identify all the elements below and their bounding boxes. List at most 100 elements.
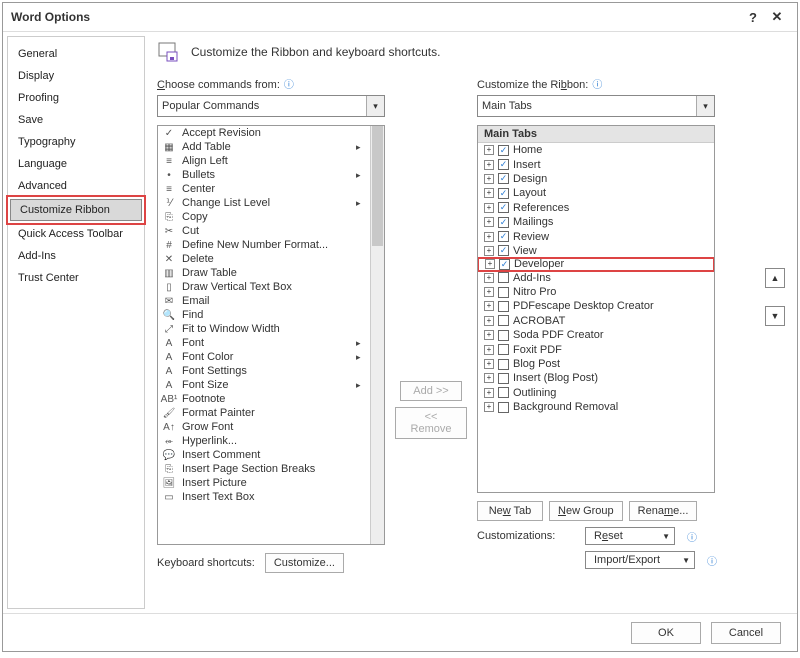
command-item[interactable]: ⬰Hyperlink... (158, 434, 370, 448)
sidebar-item-proofing[interactable]: Proofing (8, 87, 144, 109)
sidebar-item-advanced[interactable]: Advanced (8, 175, 144, 197)
sidebar-item-display[interactable]: Display (8, 65, 144, 87)
tree-item-developer[interactable]: +✓Developer (477, 257, 715, 271)
sidebar-item-save[interactable]: Save (8, 109, 144, 131)
checkbox[interactable] (498, 287, 509, 298)
ribbon-tree[interactable]: Main Tabs +✓Home+✓Insert+✓Design+✓Layout… (477, 125, 715, 493)
expand-icon[interactable]: + (484, 287, 494, 297)
expand-icon[interactable]: + (484, 188, 494, 198)
info-icon[interactable]: ⓘ (707, 553, 717, 568)
sidebar-item-quick-access-toolbar[interactable]: Quick Access Toolbar (8, 223, 144, 245)
command-item[interactable]: AFont Color▸ (158, 350, 370, 364)
command-item[interactable]: •Bullets▸ (158, 168, 370, 182)
command-item[interactable]: 🖼Insert Picture (158, 476, 370, 490)
command-item[interactable]: ▦Add Table▸ (158, 140, 370, 154)
command-item[interactable]: #Define New Number Format... (158, 238, 370, 252)
choose-commands-dropdown[interactable]: Popular Commands ▾ (157, 95, 385, 117)
checkbox[interactable]: ✓ (498, 217, 509, 228)
checkbox[interactable] (498, 402, 509, 413)
command-item[interactable]: ✉Email (158, 294, 370, 308)
command-item[interactable]: ▥Draw Table (158, 266, 370, 280)
expand-icon[interactable]: + (484, 345, 494, 355)
checkbox[interactable]: ✓ (498, 202, 509, 213)
checkbox[interactable] (498, 301, 509, 312)
reset-dropdown[interactable]: Reset (585, 527, 675, 545)
tree-item-soda-pdf-creator[interactable]: +Soda PDF Creator (478, 328, 714, 342)
tree-item-insert[interactable]: +✓Insert (478, 157, 714, 171)
tree-item-foxit-pdf[interactable]: +Foxit PDF (478, 342, 714, 356)
chevron-down-icon[interactable]: ▾ (696, 96, 714, 116)
tree-item-background-removal[interactable]: +Background Removal (478, 400, 714, 414)
scrollbar[interactable] (370, 126, 384, 544)
ok-button[interactable]: OK (631, 622, 701, 644)
command-item[interactable]: ▯Draw Vertical Text Box (158, 280, 370, 294)
tree-item-pdfescape-desktop-creator[interactable]: +PDFescape Desktop Creator (478, 299, 714, 313)
expand-icon[interactable]: + (484, 316, 494, 326)
expand-icon[interactable]: + (484, 301, 494, 311)
checkbox[interactable] (498, 373, 509, 384)
command-item[interactable]: 🔍Find (158, 308, 370, 322)
tree-item-view[interactable]: +✓View (478, 244, 714, 258)
rename-button[interactable]: Rename... (629, 501, 698, 521)
command-item[interactable]: ✂Cut (158, 224, 370, 238)
checkbox[interactable] (498, 272, 509, 283)
chevron-down-icon[interactable]: ▾ (366, 96, 384, 116)
customize-shortcuts-button[interactable]: Customize... (265, 553, 344, 573)
sidebar-item-language[interactable]: Language (8, 153, 144, 175)
command-item[interactable]: 🖌Format Painter (158, 406, 370, 420)
checkbox[interactable]: ✓ (498, 245, 509, 256)
tree-item-home[interactable]: +✓Home (478, 143, 714, 157)
remove-button[interactable]: << Remove (395, 407, 467, 439)
command-item[interactable]: ▭Insert Text Box (158, 490, 370, 504)
command-item[interactable]: A↑Grow Font (158, 420, 370, 434)
expand-icon[interactable]: + (484, 203, 494, 213)
tree-item-add-ins[interactable]: +Add-Ins (478, 271, 714, 285)
command-item[interactable]: ⤢Fit to Window Width (158, 322, 370, 336)
expand-icon[interactable]: + (484, 402, 494, 412)
help-icon[interactable]: ? (741, 5, 765, 29)
checkbox[interactable] (498, 359, 509, 370)
command-item[interactable]: AFont Settings (158, 364, 370, 378)
expand-icon[interactable]: + (484, 388, 494, 398)
move-down-button[interactable]: ▼ (765, 306, 785, 326)
info-icon[interactable]: ⓘ (284, 80, 294, 91)
tree-item-nitro-pro[interactable]: +Nitro Pro (478, 285, 714, 299)
expand-icon[interactable]: + (484, 246, 494, 256)
sidebar-item-general[interactable]: General (8, 43, 144, 65)
command-item[interactable]: ≡Center (158, 182, 370, 196)
command-item[interactable]: ✓Accept Revision (158, 126, 370, 140)
expand-icon[interactable]: + (484, 217, 494, 227)
expand-icon[interactable]: + (484, 330, 494, 340)
checkbox[interactable] (498, 315, 509, 326)
command-item[interactable]: AFont▸ (158, 336, 370, 350)
tree-item-design[interactable]: +✓Design (478, 172, 714, 186)
info-icon[interactable]: ⓘ (592, 80, 602, 91)
checkbox[interactable]: ✓ (498, 188, 509, 199)
checkbox[interactable]: ✓ (498, 159, 509, 170)
expand-icon[interactable]: + (484, 145, 494, 155)
tree-item-references[interactable]: +✓References (478, 201, 714, 215)
import-export-dropdown[interactable]: Import/Export (585, 551, 695, 569)
expand-icon[interactable]: + (484, 373, 494, 383)
close-icon[interactable]: ✕ (765, 5, 789, 29)
tree-item-outlining[interactable]: +Outlining (478, 386, 714, 400)
expand-icon[interactable]: + (484, 174, 494, 184)
command-item[interactable]: 💬Insert Comment (158, 448, 370, 462)
tree-item-acrobat[interactable]: +ACROBAT (478, 314, 714, 328)
tree-item-insert-blog-post-[interactable]: +Insert (Blog Post) (478, 371, 714, 385)
cancel-button[interactable]: Cancel (711, 622, 781, 644)
expand-icon[interactable]: + (485, 259, 495, 269)
checkbox[interactable] (498, 387, 509, 398)
add-button[interactable]: Add >> (400, 381, 462, 401)
command-item[interactable]: ⎘Insert Page Section Breaks (158, 462, 370, 476)
checkbox[interactable] (498, 330, 509, 341)
new-group-button[interactable]: New Group (549, 501, 623, 521)
command-item[interactable]: ⅟Change List Level▸ (158, 196, 370, 210)
commands-listbox[interactable]: ✓Accept Revision▦Add Table▸≡Align Left•B… (157, 125, 385, 545)
command-item[interactable]: ≡Align Left (158, 154, 370, 168)
expand-icon[interactable]: + (484, 273, 494, 283)
expand-icon[interactable]: + (484, 160, 494, 170)
checkbox[interactable]: ✓ (498, 173, 509, 184)
command-item[interactable]: ✕Delete (158, 252, 370, 266)
tree-item-review[interactable]: +✓Review (478, 229, 714, 243)
